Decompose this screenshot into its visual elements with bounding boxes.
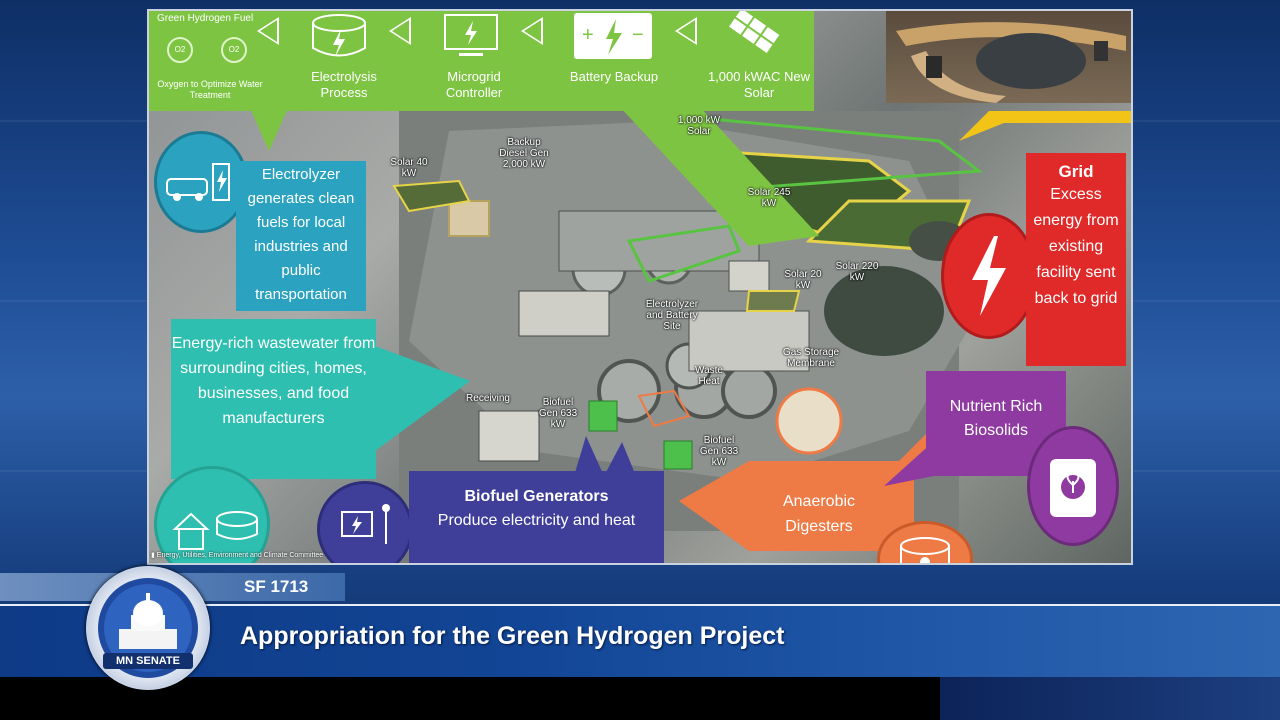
battery-label: Battery Backup [569,69,659,84]
fertilizer-bag-icon [1027,426,1119,546]
wastewater-callout: Energy-rich wastewater from surrounding … [171,319,376,479]
lightning-icon [941,213,1037,339]
battery-icon: + − [574,13,652,59]
bill-number: SF 1713 [244,577,309,596]
svg-text:+: + [582,24,594,46]
chevron-left-icon [521,17,543,45]
committee-name: Energy, Utilities, Environment and Clima… [156,552,324,559]
anaerobic-callout: Anaerobic Digesters [782,493,856,535]
solar-20-label: Solar 20 kW [784,269,822,291]
electrolysis-tank-icon [312,14,366,57]
waste-heat-label: Waste Heat [695,365,723,387]
solar-245-label: Solar 245 kW [747,187,791,209]
grid-callout: Grid Excess energy from existing facilit… [1026,153,1126,366]
receiving-label: Receiving [466,393,510,404]
svg-text:−: − [632,24,644,46]
oxygen-bubbles-icon: O2 [167,37,193,63]
presentation-slide: Green Hydrogen Fuel O2 O2 Oxygen to Opti… [147,9,1133,565]
bottom-accent [940,677,1280,720]
chevron-left-icon [675,17,697,45]
oxygen-bubbles-icon-2: O2 [221,37,247,63]
electrolysis-label: Electrolysis Process [311,69,377,100]
chevron-left-icon [389,17,411,45]
purple-pointer [884,441,934,486]
electrolyzer-site-label: Electrolyzer and Battery Site [645,299,699,332]
biofuel-title: Biofuel Generators [464,488,609,505]
digester-tank-icon [877,521,973,563]
mn-senate-seal: MN SENATE [86,566,210,690]
committee-watermark: ▮ Energy, Utilities, Environment and Cli… [151,551,323,559]
program-title: Appropriation for the Green Hydrogen Pro… [240,622,785,650]
biofuel-gen-1-label: Biofuel Gen 633 kW [538,397,578,430]
ev-charging-icon [154,131,248,233]
chevron-left-icon [257,17,279,45]
teal-pointer [375,346,470,451]
oxygen-label: Oxygen to Optimize Water Treatment [157,79,263,100]
biofuel-callout: Biofuel Generators Produce electricity a… [409,471,664,563]
biofuel-text: Produce electricity and heat [437,512,636,529]
gas-storage-label: Gas Storage Membrane [782,347,840,369]
generator-icon [317,481,413,563]
solar-220-label: Solar 220 kW [835,261,879,283]
monitor-icon [444,14,498,56]
solar-40-label: Solar 40 kW [390,157,428,179]
microgrid-label: Microgrid Controller [445,69,503,100]
electrolyzer-callout: Electrolyzer generates clean fuels for l… [236,161,366,311]
meeting-room-video-inset [886,11,1131,103]
solar-panel-icon [729,11,780,53]
solar-1000-label: 1,000 kW Solar [677,115,721,137]
seal-text: MN SENATE [116,655,180,667]
grid-title: Grid [1058,162,1094,181]
biofuel-gen-2-label: Biofuel Gen 633 kW [699,435,739,468]
backup-diesel-label: Backup Diesel Gen 2,000 kW [499,137,549,170]
yellow-pointer [959,111,1131,141]
grid-text: Excess energy from existing facility sen… [1033,186,1119,307]
navy-pointer [574,436,636,476]
new-solar-label: 1,000 kWAC New Solar [707,69,811,100]
